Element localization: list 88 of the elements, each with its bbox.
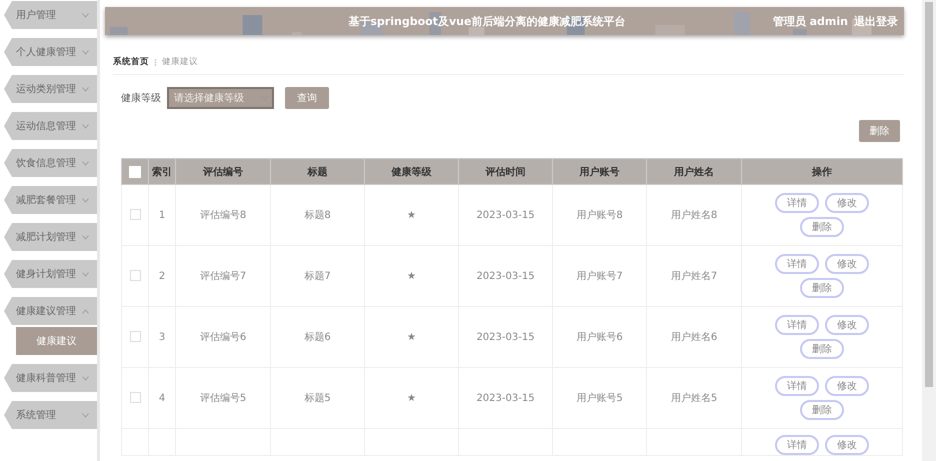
chevron-icon [82, 124, 89, 128]
filter-label: 健康等级 [121, 92, 161, 105]
action-button[interactable]: 删除 [800, 339, 844, 359]
sidebar-menu-item[interactable]: 健康科普管理 [4, 364, 97, 392]
action-button[interactable]: 修改 [825, 435, 869, 455]
table-cell: 用户账号7 [552, 246, 646, 306]
column-header: 用户账号 [552, 158, 646, 184]
table-cell: 2023-03-15 [458, 306, 552, 368]
table-cell: 标题6 [270, 306, 364, 368]
table-cell: 用户姓名7 [646, 246, 742, 306]
action-button[interactable]: 详情 [775, 254, 819, 274]
table-cell: 2023-03-15 [458, 184, 552, 246]
checkbox[interactable] [130, 392, 140, 404]
action-button[interactable]: 详情 [775, 193, 819, 213]
action-button[interactable]: 详情 [775, 376, 819, 396]
table-cell: 2023-03-15 [458, 246, 552, 306]
sidebar-menu-item[interactable]: 个人健康管理 [4, 38, 97, 66]
sidebar-menu-item[interactable]: 减肥套餐管理 [4, 186, 97, 214]
column-header: 索引 [148, 158, 176, 184]
chevron-icon [82, 198, 89, 202]
user-label: 管理员 admin [772, 14, 848, 28]
action-button[interactable]: 删除 [800, 400, 844, 420]
table-cell: 评估编号6 [176, 306, 270, 368]
table-cell: 用户姓名5 [646, 368, 742, 428]
scrollbar-thumb[interactable] [925, 2, 933, 387]
sidebar-menu-item[interactable]: 减肥计划管理 [4, 223, 97, 251]
table-cell: 评估编号7 [176, 246, 270, 306]
column-header: 标题 [270, 158, 364, 184]
chevron-icon [82, 376, 89, 380]
sidebar-submenu-item[interactable]: 健康建议 [16, 327, 97, 355]
table-cell: 用户姓名6 [646, 306, 742, 368]
table-cell: 用户账号8 [552, 184, 646, 246]
action-button[interactable]: 详情 [775, 315, 819, 335]
sidebar-menu-item[interactable]: 运动类别管理 [4, 75, 97, 103]
table-cell: 评估编号5 [176, 368, 270, 428]
site-title: 基于springboot及vue前后端分离的健康减肥系统平台 [347, 14, 626, 28]
action-button[interactable]: 修改 [825, 315, 869, 335]
column-header: 用户姓名 [646, 158, 742, 184]
action-button[interactable]: 修改 [825, 193, 869, 213]
chevron-icon [82, 308, 89, 314]
checkbox[interactable] [130, 209, 140, 220]
sidebar-menu-item[interactable]: 运动信息管理 [4, 112, 97, 140]
table-cell: 标题5 [270, 368, 364, 428]
logout-link[interactable]: 退出登录 [854, 14, 898, 28]
search-button[interactable]: 查询 [285, 87, 329, 109]
separator-icon [154, 58, 157, 66]
chevron-icon [82, 160, 89, 166]
action-button[interactable]: 详情 [775, 435, 819, 455]
chevron-icon [82, 272, 89, 276]
table-cell: ★ [364, 184, 458, 246]
sidebar-menu-item[interactable]: 健身计划管理 [4, 260, 97, 288]
table-cell: ★ [364, 246, 458, 306]
column-header: 健康等级 [364, 158, 458, 184]
table-cell: 3 [148, 306, 176, 368]
action-button[interactable]: 修改 [825, 376, 869, 396]
table-cell: 2 [148, 246, 176, 306]
table-cell: ★ [364, 306, 458, 368]
chevron-icon [82, 12, 89, 18]
checkbox[interactable] [130, 270, 140, 282]
column-header: 操作 [742, 158, 902, 184]
table-cell: 用户账号6 [552, 306, 646, 368]
chevron-icon [82, 86, 89, 92]
column-header: 评估时间 [458, 158, 552, 184]
table-cell: ★ [364, 368, 458, 428]
column-header: 评估编号 [176, 158, 270, 184]
table-cell: 用户账号5 [552, 368, 646, 428]
chevron-icon [82, 412, 89, 418]
sidebar-menu-item[interactable]: 饮食信息管理 [4, 149, 97, 177]
breadcrumb-home-link[interactable]: 系统首页 [113, 56, 149, 68]
chevron-icon [82, 234, 89, 240]
table-cell: 4 [148, 368, 176, 428]
action-button[interactable]: 修改 [825, 254, 869, 274]
action-button[interactable]: 删除 [800, 217, 844, 237]
level-select[interactable]: 请选择健康等级 [167, 87, 274, 109]
chevron-icon [82, 50, 89, 54]
sidebar-menu-item[interactable]: 用户管理 [4, 1, 97, 29]
table-cell: 2023-03-15 [458, 368, 552, 428]
table-cell: 用户姓名8 [646, 184, 742, 246]
table-cell: 评估编号8 [176, 184, 270, 246]
breadcrumb-current: 健康建议 [162, 56, 198, 68]
table-cell: 标题8 [270, 184, 364, 246]
table-cell: 标题7 [270, 246, 364, 306]
sidebar-menu-item[interactable]: 系统管理 [4, 401, 97, 429]
action-button[interactable]: 删除 [800, 278, 844, 298]
table-cell: 1 [148, 184, 176, 246]
sidebar-menu-item[interactable]: 健康建议管理 [4, 297, 97, 325]
delete-button[interactable]: 删除 [859, 120, 900, 142]
checkbox[interactable] [130, 331, 140, 342]
